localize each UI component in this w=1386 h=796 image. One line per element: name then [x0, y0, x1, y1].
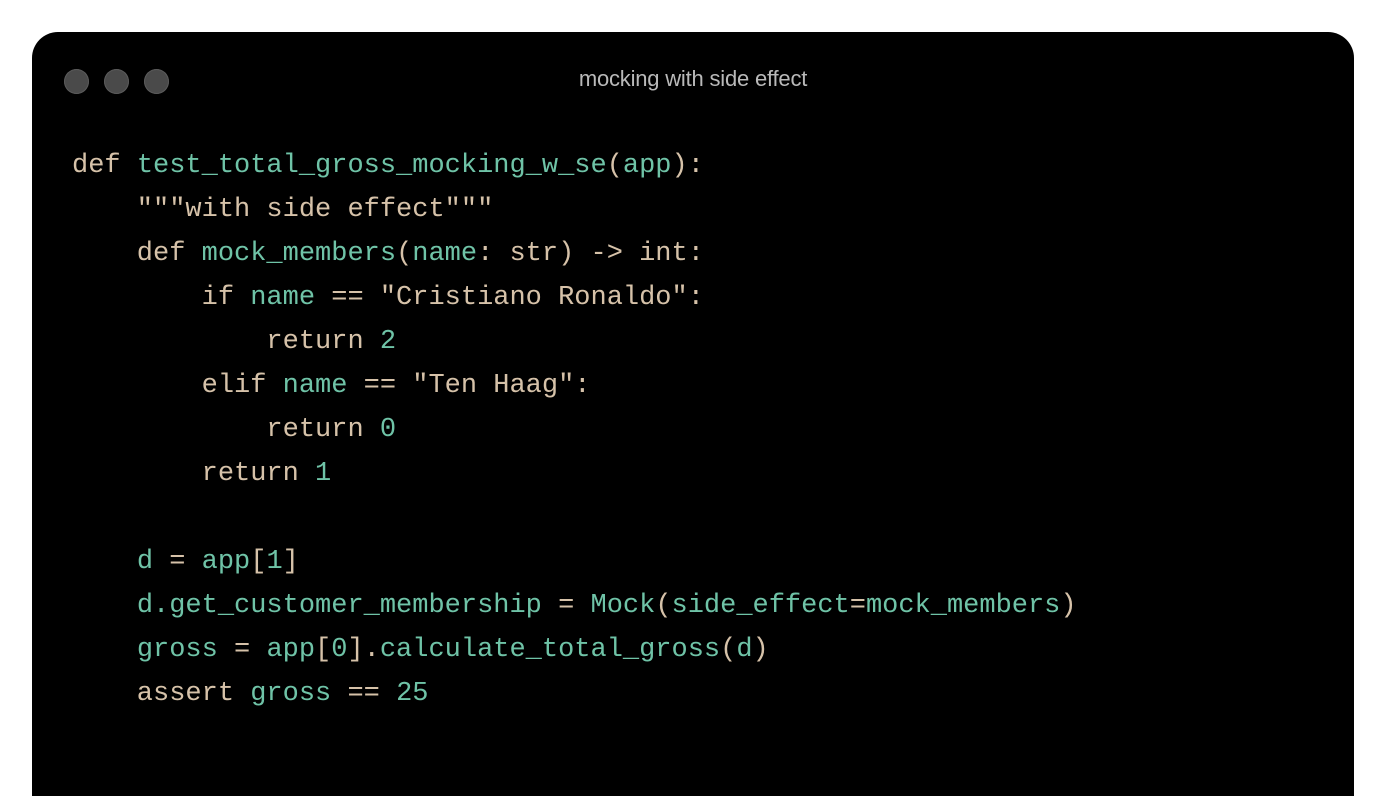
code-token-var: side_effect — [671, 591, 850, 621]
code-token-plain: [ — [250, 547, 267, 577]
code-token-kw: def — [72, 151, 137, 181]
code-token-kw: def — [72, 239, 202, 269]
code-line: gross = app[0].calculate_total_gross(d) — [72, 628, 1077, 672]
code-token-plain: ( — [720, 635, 737, 665]
code-token-fn: calculate_total_gross — [379, 635, 721, 665]
code-window: mocking with side effect def test_total_… — [32, 32, 1354, 796]
code-token-kw: return — [72, 415, 380, 445]
code-line: def test_total_gross_mocking_w_se(app): — [72, 144, 1077, 188]
code-block: def test_total_gross_mocking_w_se(app): … — [72, 144, 1077, 716]
code-token-plain: ( — [606, 151, 623, 181]
code-token-plain: ( — [396, 239, 413, 269]
code-token-plain: ( — [655, 591, 672, 621]
code-token-kw: if — [72, 283, 251, 313]
code-line: if name == "Cristiano Ronaldo": — [72, 276, 1077, 320]
code-token-var: d — [736, 635, 753, 665]
code-token-num: 25 — [396, 679, 429, 709]
code-token-kw: elif — [72, 371, 283, 401]
code-token-var: name — [412, 239, 478, 269]
code-token-num: 2 — [379, 327, 397, 357]
code-token-var: gross — [250, 679, 332, 709]
code-token-fn: Mock — [590, 591, 656, 621]
code-token-var: mock_members — [865, 591, 1061, 621]
code-token-var: gross — [136, 635, 218, 665]
code-token-var: d.get_customer_membership — [136, 591, 542, 621]
code-token-fn: test_total_gross_mocking_w_se — [136, 151, 607, 181]
code-token-num: 1 — [315, 459, 332, 489]
code-token-plain: ] — [282, 547, 299, 577]
code-token-var: app — [622, 151, 672, 181]
code-token-plain: ) — [752, 635, 769, 665]
code-line: elif name == "Ten Haag": — [72, 364, 1077, 408]
code-token-plain: ): — [671, 151, 704, 181]
window-titlebar: mocking with side effect — [32, 32, 1354, 128]
code-token-plain: = — [849, 591, 866, 621]
code-token-plain: = — [153, 547, 202, 577]
code-token-fn: mock_members — [201, 239, 397, 269]
code-token-var: app — [266, 635, 316, 665]
code-token-num: 0 — [331, 635, 348, 665]
code-line: return 0 — [72, 408, 1077, 452]
code-token-var: app — [201, 547, 251, 577]
code-token-plain: ]. — [347, 635, 380, 665]
code-line: d = app[1] — [72, 540, 1077, 584]
code-token-plain: [ — [315, 635, 332, 665]
code-token-var: name — [282, 371, 348, 401]
code-token-kw: return — [72, 459, 316, 489]
code-line: return 2 — [72, 320, 1077, 364]
code-line: d.get_customer_membership = Mock(side_ef… — [72, 584, 1077, 628]
code-token-kw: return — [72, 327, 380, 357]
code-token-num: 0 — [379, 415, 397, 445]
code-token-plain: ) — [1060, 591, 1077, 621]
code-token-str: """with side effect""" — [72, 195, 494, 225]
code-line: def mock_members(name: str) -> int: — [72, 232, 1077, 276]
code-token-plain: == "Ten Haag": — [347, 371, 591, 401]
window-title: mocking with side effect — [578, 66, 808, 91]
code-token-num: 1 — [266, 547, 283, 577]
code-token-plain: == — [331, 679, 397, 709]
code-line: return 1 — [72, 452, 1077, 496]
code-token-plain: = — [541, 591, 591, 621]
code-token-kw: assert — [72, 679, 251, 709]
code-token-var: d — [136, 547, 154, 577]
code-token-plain: == "Cristiano Ronaldo": — [315, 283, 704, 313]
code-token-plain: = — [217, 635, 267, 665]
code-token-var: name — [250, 283, 316, 313]
code-line: """with side effect""" — [72, 188, 1077, 232]
code-token-plain: : str) -> int: — [477, 239, 704, 269]
code-line: assert gross == 25 — [72, 672, 1077, 716]
